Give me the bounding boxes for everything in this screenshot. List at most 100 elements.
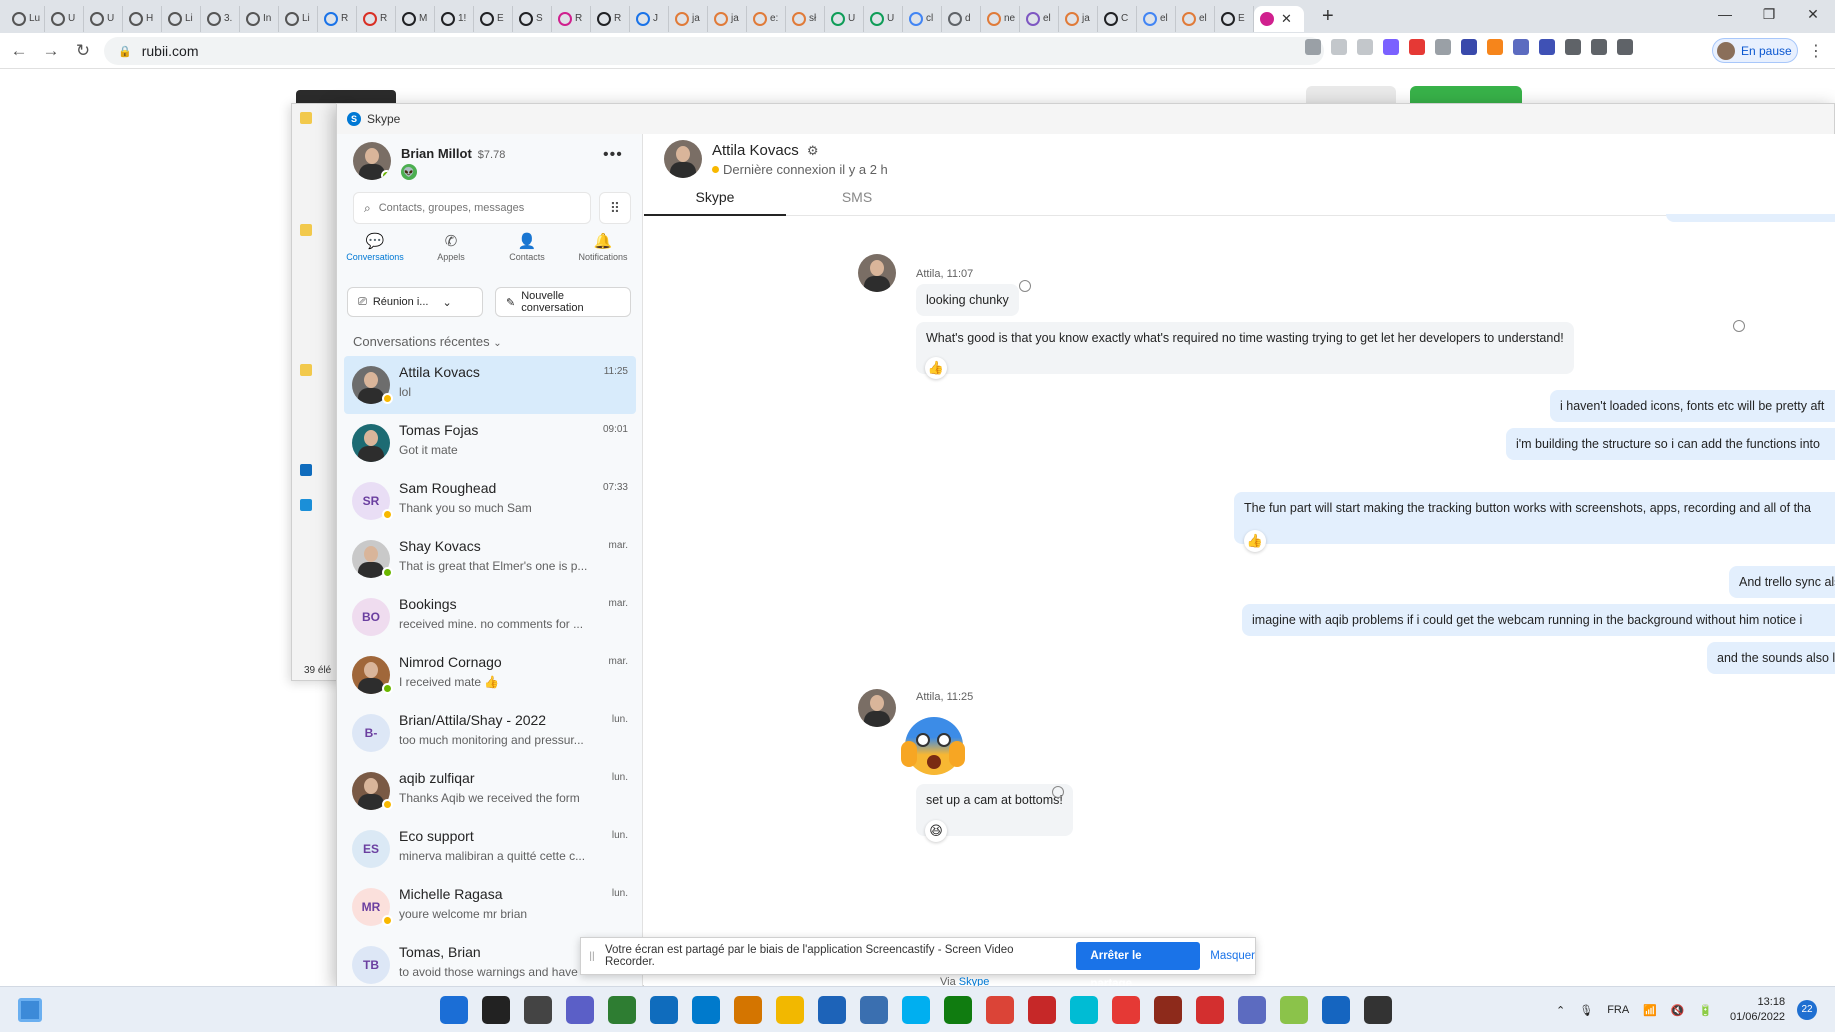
- record-extension-icon[interactable]: [1409, 39, 1425, 55]
- browser-tab[interactable]: U: [825, 5, 864, 32]
- new-tab-button[interactable]: +: [1322, 5, 1334, 28]
- sender-avatar[interactable]: [858, 689, 896, 727]
- widgets-icon[interactable]: [18, 998, 42, 1022]
- folder-icon[interactable]: [300, 112, 312, 124]
- gear-icon[interactable]: ⚙: [807, 143, 819, 158]
- store-icon[interactable]: [818, 996, 846, 1024]
- winrar-icon[interactable]: [1154, 996, 1182, 1024]
- browser-tab[interactable]: C: [1098, 5, 1137, 32]
- browser-tab[interactable]: ja: [708, 5, 747, 32]
- forward-arrow-icon[interactable]: →: [38, 41, 64, 61]
- settings-icon[interactable]: [1238, 996, 1266, 1024]
- search-input[interactable]: [378, 202, 569, 214]
- recent-conversations-header[interactable]: Conversations récentes ⌄: [353, 334, 502, 349]
- browser-tab[interactable]: E: [474, 5, 513, 32]
- message-bubble-outgoing[interactable]: imagine with aqib problems if i could ge…: [1242, 604, 1835, 636]
- nav-tab-appels[interactable]: ✆ Appels: [413, 232, 489, 276]
- browser-tab[interactable]: sł: [786, 5, 825, 32]
- reading-list-icon[interactable]: [1591, 39, 1607, 55]
- bookmark-star-icon[interactable]: [1357, 39, 1373, 55]
- sublime-icon[interactable]: [734, 996, 762, 1024]
- nav-tab-notifications[interactable]: 🔔 Notifications: [565, 232, 641, 276]
- close-window-button[interactable]: ✕: [1791, 0, 1835, 28]
- conversation-item[interactable]: MR Michelle Ragasa youre welcome mr brian l…: [344, 878, 636, 936]
- pen-extension-icon[interactable]: [1383, 39, 1399, 55]
- message-bubble-outgoing[interactable]: i haven't loaded icons, fonts etc will b…: [1550, 390, 1835, 422]
- thumbs-up-reaction-icon[interactable]: 👍: [1244, 530, 1266, 552]
- browser-tab-active[interactable]: ✕: [1254, 5, 1304, 32]
- metamask-icon[interactable]: [1487, 39, 1503, 55]
- browser-tab[interactable]: R: [591, 5, 630, 32]
- browser-tab[interactable]: 3.: [201, 5, 240, 32]
- notepad-icon[interactable]: [1322, 996, 1350, 1024]
- new-conversation-button[interactable]: ✎ Nouvelle conversation: [495, 287, 631, 317]
- message-bubble-incoming[interactable]: looking chunky: [916, 284, 1019, 316]
- browser-tab[interactable]: M: [396, 5, 435, 32]
- browser-tab[interactable]: el: [1137, 5, 1176, 32]
- start-icon[interactable]: [440, 996, 468, 1024]
- message-bubble-outgoing[interactable]: i'm building the structure so i can add …: [1506, 428, 1835, 460]
- contact-name[interactable]: Attila Kovacs: [712, 142, 799, 159]
- conversation-item[interactable]: Tomas Fojas Got it mate 09:01: [344, 414, 636, 472]
- message-bubble-outgoing[interactable]: The fun part will start making the track…: [1234, 492, 1835, 544]
- add-reaction-icon[interactable]: [1733, 320, 1745, 332]
- browser-tab[interactable]: Li: [162, 5, 201, 32]
- acrobat-icon[interactable]: [1196, 996, 1224, 1024]
- teams-chat-icon[interactable]: [566, 996, 594, 1024]
- speaker-muted-icon[interactable]: 🔇: [1671, 1004, 1685, 1017]
- minimize-button[interactable]: —: [1703, 0, 1747, 28]
- app-icon[interactable]: [1028, 996, 1056, 1024]
- browser-tab[interactable]: E: [1215, 5, 1254, 32]
- folder-icon[interactable]: [300, 364, 312, 376]
- browser-tab[interactable]: U: [45, 5, 84, 32]
- conversation-item[interactable]: SR Sam Roughead Thank you so much Sam 07:33: [344, 472, 636, 530]
- mood-emoji-icon[interactable]: 👽: [401, 164, 417, 180]
- restore-button[interactable]: ❐: [1747, 0, 1791, 28]
- browser-tab[interactable]: ja: [1059, 5, 1098, 32]
- sender-avatar[interactable]: [858, 254, 896, 292]
- add-reaction-icon[interactable]: [1019, 280, 1031, 292]
- search-icon[interactable]: [482, 996, 510, 1024]
- reload-icon[interactable]: ↻: [70, 41, 96, 61]
- browser-tab[interactable]: H: [123, 5, 162, 32]
- wifi-icon[interactable]: 📶: [1643, 1004, 1657, 1017]
- conversation-item[interactable]: Attila Kovacs lol 11:25: [344, 356, 636, 414]
- cast-icon[interactable]: [1539, 39, 1555, 55]
- side-panel-icon[interactable]: [1617, 39, 1633, 55]
- browser-tab[interactable]: el: [1176, 5, 1215, 32]
- nav-tab-conversations[interactable]: 💬 Conversations: [337, 232, 413, 276]
- meet-now-button[interactable]: ⎚ Réunion i... ⌄: [347, 287, 483, 317]
- browser-tab[interactable]: ja: [669, 5, 708, 32]
- add-reaction-icon[interactable]: [1052, 786, 1064, 798]
- language-indicator[interactable]: FRA: [1607, 1004, 1629, 1016]
- circle-extension-icon[interactable]: [1461, 39, 1477, 55]
- conversation-item[interactable]: aqib zulfiqar Thanks Aqib we received the…: [344, 762, 636, 820]
- chevron-up-icon[interactable]: ⌃: [1556, 1004, 1565, 1017]
- hide-button[interactable]: Masquer: [1210, 950, 1255, 962]
- app-icon[interactable]: [608, 996, 636, 1024]
- app-icon[interactable]: [1070, 996, 1098, 1024]
- browser-tab[interactable]: cl: [903, 5, 942, 32]
- message-bubble-outgoing[interactable]: and the sounds also l: [1707, 642, 1835, 674]
- clock[interactable]: 13:18 01/06/2022: [1730, 995, 1785, 1025]
- camera-extension-icon[interactable]: [1435, 39, 1451, 55]
- address-bar[interactable]: 🔒 rubii.com: [104, 37, 1324, 65]
- browser-tab[interactable]: R: [552, 5, 591, 32]
- my-avatar[interactable]: [353, 142, 391, 180]
- skype-icon[interactable]: [902, 996, 930, 1024]
- stop-sharing-button[interactable]: Arrêter le partage: [1076, 942, 1201, 990]
- gear-extension-icon[interactable]: [1513, 39, 1529, 55]
- lock-icon[interactable]: 🔒: [118, 45, 132, 58]
- notification-count-badge[interactable]: 22: [1797, 1000, 1817, 1020]
- browser-tab[interactable]: d: [942, 5, 981, 32]
- message-bubble-outgoing[interactable]: And trello sync als: [1729, 566, 1835, 598]
- my-profile[interactable]: Brian Millot $7.78 👽: [353, 142, 505, 180]
- cloud-icon[interactable]: [300, 464, 312, 476]
- browser-tab[interactable]: R: [318, 5, 357, 32]
- search-box[interactable]: ⌕: [353, 192, 591, 224]
- browser-tab[interactable]: Li: [279, 5, 318, 32]
- vscode-icon[interactable]: [692, 996, 720, 1024]
- tab-skype[interactable]: Skype: [644, 186, 786, 216]
- chrome-icon[interactable]: [986, 996, 1014, 1024]
- app-icon[interactable]: [1280, 996, 1308, 1024]
